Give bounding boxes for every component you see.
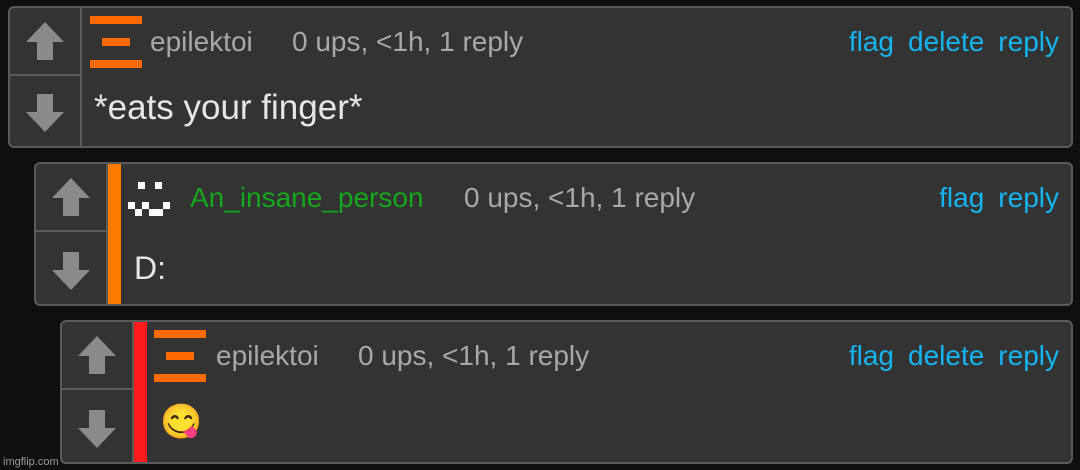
username-link[interactable]: epilektoi	[216, 340, 319, 372]
downvote-button[interactable]	[62, 396, 132, 462]
delete-link[interactable]: delete	[908, 340, 984, 372]
pixel-face-icon	[128, 182, 170, 216]
username-link[interactable]: An_insane_person	[190, 182, 424, 214]
thread-depth-bar	[108, 164, 121, 304]
comment-actions: flag delete reply	[849, 26, 1059, 58]
arrow-down-icon	[26, 94, 64, 132]
avatar[interactable]	[154, 330, 206, 382]
comment-actions: flag reply	[939, 182, 1059, 214]
avatar[interactable]	[128, 182, 170, 218]
comment-meta: 0 ups, <1h, 1 reply	[464, 182, 696, 213]
vote-column	[10, 8, 82, 146]
vote-column	[36, 164, 108, 304]
thread-depth-bar	[134, 322, 147, 462]
comment-body: *eats your finger*	[94, 88, 363, 127]
flag-link[interactable]: flag	[849, 340, 894, 372]
delete-link[interactable]: delete	[908, 26, 984, 58]
watermark: imgflip.com	[3, 456, 59, 468]
comment-body: 😋	[160, 403, 203, 441]
downvote-button[interactable]	[10, 80, 80, 146]
comment-meta: 0 ups, <1h, 1 reply	[358, 340, 590, 371]
comment: epilektoi 0 ups, <1h, 1 reply flag delet…	[60, 320, 1073, 464]
upvote-button[interactable]	[36, 164, 106, 232]
arrow-down-icon	[52, 252, 90, 290]
avatar[interactable]	[90, 16, 142, 68]
downvote-button[interactable]	[36, 238, 106, 304]
comment: epilektoi 0 ups, <1h, 1 reply flag delet…	[8, 6, 1073, 148]
comment: An_insane_person 0 ups, <1h, 1 reply fla…	[34, 162, 1073, 306]
comment-body: D:	[134, 250, 166, 286]
vote-column	[62, 322, 134, 462]
flag-link[interactable]: flag	[939, 182, 984, 214]
reply-link[interactable]: reply	[998, 26, 1059, 58]
flag-link[interactable]: flag	[849, 26, 894, 58]
arrow-down-icon	[78, 410, 116, 448]
orange-bars-icon	[154, 330, 206, 382]
arrow-up-icon	[78, 336, 116, 374]
upvote-button[interactable]	[10, 8, 80, 76]
arrow-up-icon	[26, 22, 64, 60]
reply-link[interactable]: reply	[998, 340, 1059, 372]
comment-actions: flag delete reply	[849, 340, 1059, 372]
reply-link[interactable]: reply	[998, 182, 1059, 214]
upvote-button[interactable]	[62, 322, 132, 390]
username-link[interactable]: epilektoi	[150, 26, 253, 58]
orange-bars-icon	[90, 16, 142, 68]
comment-meta: 0 ups, <1h, 1 reply	[292, 26, 524, 57]
arrow-up-icon	[52, 178, 90, 216]
